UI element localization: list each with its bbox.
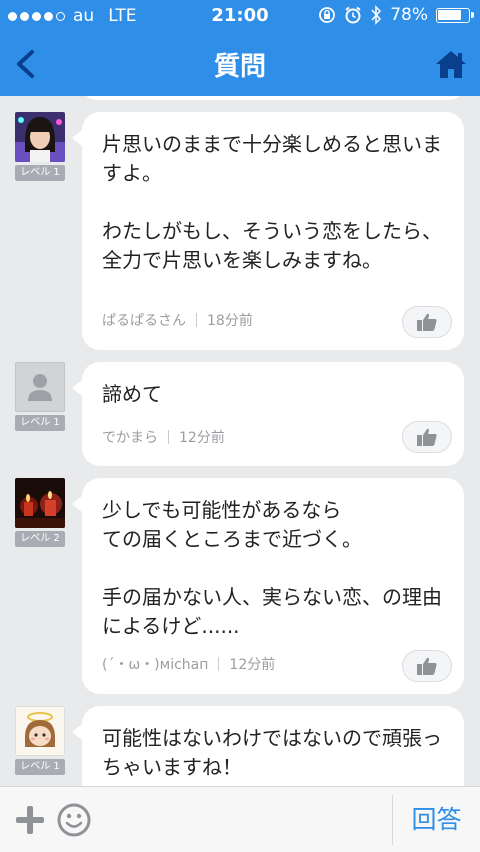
- like-button[interactable]: [402, 421, 452, 453]
- plus-icon[interactable]: [14, 804, 46, 836]
- answer-bubble: 可能性はないわけではないので頑張っちゃいますね！: [72, 706, 464, 786]
- author-name[interactable]: でかまら: [102, 427, 158, 447]
- alarm-icon: [345, 6, 361, 24]
- answer-bubble: 少しでも可能性があるなら ての届くところまで近づく。 手の届かない人、実らない恋…: [72, 478, 464, 694]
- previous-bubble-tail: [82, 96, 464, 100]
- level-badge: レベル 1: [15, 415, 65, 431]
- answer-bubble: 片思いのままで十分楽しめると思いますよ。 わたしがもし、そういう恋をしたら、全力…: [72, 112, 464, 350]
- battery-icon: [436, 7, 474, 23]
- answer-list[interactable]: レベル 1 片思いのままで十分楽しめると思いますよ。 わたしがもし、そういう恋を…: [0, 96, 480, 786]
- author-name[interactable]: ぱるぱるさん: [102, 310, 186, 330]
- like-button[interactable]: [402, 306, 452, 338]
- page-title: 質問: [213, 52, 266, 82]
- thumbs-up-icon: [417, 657, 437, 675]
- battery-percent: 78%: [390, 5, 428, 25]
- bluetooth-icon: [371, 5, 382, 25]
- bottom-toolbar: 回答: [0, 786, 480, 852]
- avatar[interactable]: [15, 112, 65, 162]
- avatar[interactable]: [15, 478, 65, 528]
- navigation-bar: 質問: [0, 32, 480, 96]
- rotation-lock-icon: [319, 7, 336, 23]
- answer-text: 少しでも可能性があるなら ての届くところまで近づく。 手の届かない人、実らない恋…: [102, 498, 442, 638]
- like-button[interactable]: [402, 650, 452, 682]
- answer-item: レベル 1 可能性はないわけではないので頑張っちゃいますね！: [0, 706, 480, 786]
- avatar[interactable]: [15, 706, 65, 756]
- answer-meta: でかまら 12分前: [102, 427, 225, 447]
- thumbs-up-icon: [417, 313, 437, 331]
- answer-text: 可能性はないわけではないので頑張っちゃいますね！: [102, 726, 442, 779]
- answer-text: 片思いのままで十分楽しめると思いますよ。 わたしがもし、そういう恋をしたら、全力…: [102, 132, 442, 272]
- answer-meta: (´・ω・)місhап 12分前: [102, 654, 275, 674]
- answer-text: 諦めて: [102, 382, 162, 406]
- answer-button[interactable]: 回答: [393, 787, 480, 852]
- avatar[interactable]: [15, 362, 65, 412]
- answer-item: レベル 1 諦めて でかまら 12分前: [0, 362, 480, 466]
- author-name[interactable]: (´・ω・)місhап: [102, 654, 208, 674]
- answer-meta: ぱるぱるさん 18分前: [102, 310, 253, 330]
- answer-item: レベル 1 片思いのままで十分楽しめると思いますよ。 わたしがもし、そういう恋を…: [0, 112, 480, 350]
- answer-item: レベル 2 少しでも可能性があるなら ての届くところまで近づく。 手の届かない人…: [0, 478, 480, 694]
- status-bar: au LTE 21:00 78%: [0, 0, 480, 32]
- level-badge: レベル 1: [15, 759, 65, 775]
- post-time: 12分前: [179, 430, 225, 446]
- home-icon[interactable]: [434, 48, 468, 80]
- post-time: 18分前: [207, 313, 253, 329]
- emoji-icon[interactable]: [57, 803, 91, 837]
- answer-bubble: 諦めて でかまら 12分前: [72, 362, 464, 466]
- post-time: 12分前: [229, 657, 276, 673]
- level-badge: レベル 1: [15, 165, 65, 181]
- thumbs-up-icon: [417, 428, 437, 446]
- level-badge: レベル 2: [15, 531, 65, 547]
